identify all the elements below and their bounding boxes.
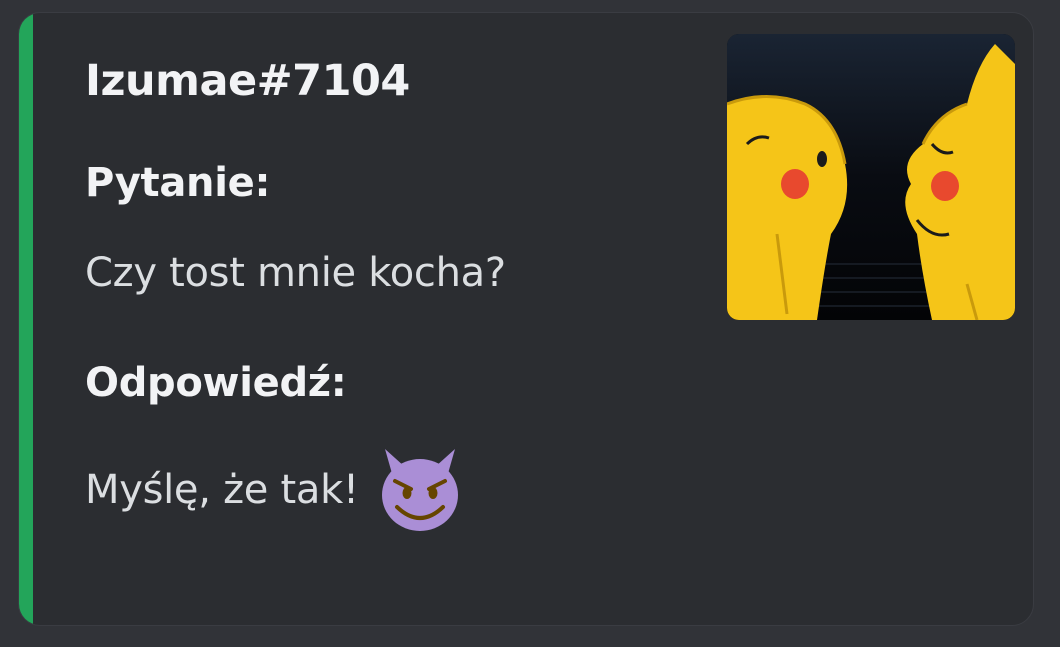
embed-field-answer: Odpowiedź: Myślę, że tak! bbox=[85, 357, 705, 533]
embed-body: Izumae#7104 Pytanie: Czy tost mnie kocha… bbox=[85, 51, 705, 533]
field-name-answer: Odpowiedź: bbox=[85, 360, 347, 406]
field-value-question: Czy tost mnie kocha? bbox=[85, 247, 705, 299]
smiling-imp-emoji-icon[interactable] bbox=[371, 443, 469, 533]
field-value-answer-text: Myślę, że tak! bbox=[85, 467, 359, 513]
field-value-question-text: Czy tost mnie kocha? bbox=[85, 250, 506, 296]
embed-accent-bar bbox=[19, 13, 33, 625]
embed-card: Izumae#7104 Pytanie: Czy tost mnie kocha… bbox=[18, 12, 1034, 626]
pikachu-thumbnail-image[interactable] bbox=[727, 34, 1015, 320]
field-value-answer: Myślę, że tak! bbox=[85, 447, 705, 533]
field-name-question: Pytanie: bbox=[85, 160, 271, 206]
embed-author[interactable]: Izumae#7104 bbox=[85, 51, 705, 111]
embed-field-question: Pytanie: Czy tost mnie kocha? bbox=[85, 157, 705, 299]
